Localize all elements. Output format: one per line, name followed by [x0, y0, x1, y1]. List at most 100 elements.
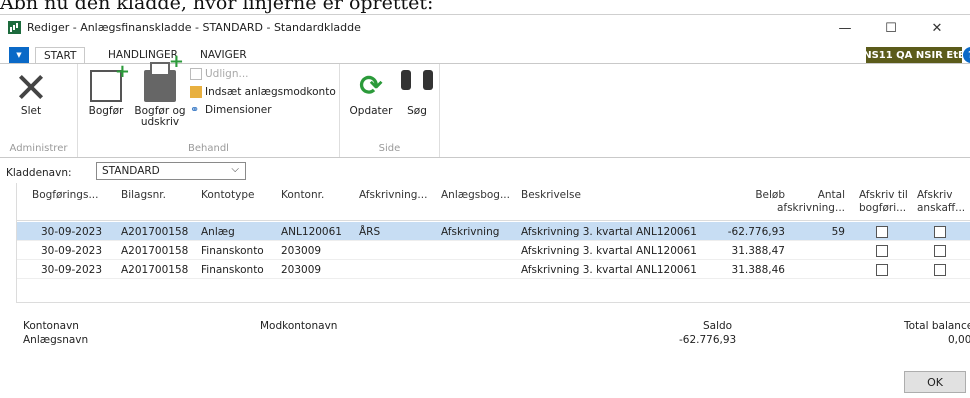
header-afskriv-ansk-line1: Afskriv: [917, 189, 953, 201]
chevron-down-icon: ⌵: [231, 164, 239, 175]
ribbon-body: Slet Administrer + Bogfør + Bogfør og ud…: [0, 53, 970, 158]
balance-value: -62.776,93: [679, 334, 737, 346]
total-balance-value: 0,00: [948, 334, 970, 346]
depr-acquisition-cost-checkbox[interactable]: [934, 264, 946, 276]
ribbon-tabs: ▼ START HANDLINGER NAVIGER NS11 QA NSIR …: [0, 43, 970, 64]
depr-until-posting-checkbox[interactable]: [876, 226, 888, 238]
depr-until-posting-checkbox[interactable]: [876, 264, 888, 276]
find-label: Søg: [407, 105, 427, 117]
cell-amount[interactable]: 31.388,46: [707, 264, 785, 276]
header-no-of-depreciation-days[interactable]: Antal afskrivning...: [773, 189, 845, 215]
find-button[interactable]: Søg: [400, 70, 434, 117]
post-and-print-button[interactable]: + Bogfør og udskriv: [132, 53, 188, 128]
post-label: Bogfør: [88, 105, 124, 117]
group-label-administrer: Administrer: [9, 143, 68, 154]
fa-name-label: Anlægsnavn: [23, 334, 89, 346]
window-title: Rediger - Anlægsfinanskladde - STANDARD …: [27, 21, 361, 34]
company-badge: NS11 QA NSIR EtE: [863, 47, 965, 63]
batch-name-label: Kladdenavn:: [6, 167, 72, 179]
refresh-button[interactable]: ⟳ Opdater: [348, 70, 394, 117]
header-account-type[interactable]: Kontotype: [201, 189, 254, 202]
depr-until-posting-checkbox[interactable]: [876, 245, 888, 257]
close-button[interactable]: ✕: [914, 15, 960, 41]
journal-lines-grid: Bogførings... Bilagsnr. Kontotype Konton…: [16, 183, 970, 303]
cell-depreciation-book[interactable]: ÅRS: [359, 226, 380, 238]
apply-label: Udlign...: [205, 68, 249, 80]
insert-fa-balancing-button[interactable]: Indsæt anlægsmodkonto: [190, 86, 336, 98]
cell-posting-date[interactable]: 30-09-2023: [41, 264, 102, 276]
header-antal-line1: Antal: [817, 189, 845, 201]
post-document-icon: +: [90, 63, 130, 102]
apply-icon: [190, 68, 202, 80]
header-depr-acquisition-cost[interactable]: Afskriv anskaff...: [917, 189, 965, 215]
binoculars-icon: [401, 70, 433, 102]
application-menu-button[interactable]: ▼: [9, 47, 29, 63]
cell-account-type[interactable]: Finanskonto: [201, 245, 264, 257]
apply-entries-button[interactable]: Udlign...: [190, 68, 249, 80]
insert-label: Indsæt anlægsmodkonto: [205, 86, 336, 98]
maximize-button[interactable]: ☐: [868, 15, 914, 41]
insert-icon: [190, 86, 202, 98]
header-fa-posting-type[interactable]: Anlægsbog...: [441, 189, 510, 202]
journal-window: Rediger - Anlægsfinanskladde - STANDARD …: [0, 14, 970, 398]
cell-account-no[interactable]: 203009: [281, 264, 321, 276]
app-chart-icon: [8, 21, 21, 34]
header-depreciation-book[interactable]: Afskrivning...: [359, 189, 427, 202]
tab-naviger[interactable]: NAVIGER: [192, 47, 255, 64]
group-administrer: Slet Administrer: [0, 64, 78, 157]
header-description[interactable]: Beskrivelse: [521, 189, 581, 202]
dimensions-button[interactable]: ⚭ Dimensioner: [190, 103, 272, 117]
cell-document-no[interactable]: A201700158: [121, 264, 188, 276]
batch-name-select[interactable]: STANDARD ⌵: [96, 162, 246, 180]
cell-posting-date[interactable]: 30-09-2023: [41, 226, 102, 238]
cell-description[interactable]: Afskrivning 3. kvartal ANL120061: [521, 245, 697, 257]
cell-document-no[interactable]: A201700158: [121, 226, 188, 238]
cell-amount[interactable]: -62.776,93: [707, 226, 785, 238]
cell-depreciation-days[interactable]: 59: [793, 226, 845, 238]
title-bar: Rediger - Anlægsfinanskladde - STANDARD …: [0, 15, 970, 41]
minimize-button[interactable]: —: [822, 15, 868, 41]
document-instruction-text: Åbn nu den kladde, hvor linjerne er opre…: [0, 0, 434, 14]
table-row[interactable]: 30-09-2023 A201700158 Anlæg ANL120061 ÅR…: [17, 222, 970, 241]
post-print-label-2: udskriv: [140, 116, 180, 128]
help-icon[interactable]: ?: [963, 47, 970, 63]
delete-x-icon: [15, 70, 47, 102]
cell-account-no[interactable]: 203009: [281, 245, 321, 257]
tab-start[interactable]: START: [35, 47, 86, 64]
depr-acquisition-cost-checkbox[interactable]: [934, 245, 946, 257]
account-name-label: Kontonavn: [23, 320, 79, 332]
dimensions-icon: ⚭: [190, 103, 200, 116]
depr-acquisition-cost-checkbox[interactable]: [934, 226, 946, 238]
cell-posting-date[interactable]: 30-09-2023: [41, 245, 102, 257]
refresh-icon: ⟳: [359, 69, 383, 102]
header-depr-until-posting[interactable]: Afskriv til bogføri...: [859, 189, 908, 215]
post-button[interactable]: + Bogfør: [86, 63, 130, 117]
cell-account-type[interactable]: Anlæg: [201, 226, 235, 238]
delete-button[interactable]: Slet: [6, 70, 56, 117]
header-antal-line2: afskrivning...: [776, 202, 845, 214]
group-behandl: + Bogfør + Bogfør og udskriv Udlign... I…: [78, 53, 340, 157]
header-afskriv-til-line2: bogføri...: [859, 202, 907, 214]
table-row[interactable]: 30-09-2023 A201700158 Finanskonto 203009…: [17, 241, 970, 260]
grid-header: Bogførings... Bilagsnr. Kontotype Konton…: [17, 183, 970, 221]
ok-button[interactable]: OK: [904, 371, 966, 393]
cell-amount[interactable]: 31.388,47: [707, 245, 785, 257]
cell-fa-posting-type[interactable]: Afskrivning: [441, 226, 499, 238]
balance-label: Saldo: [703, 320, 733, 332]
cell-account-no[interactable]: ANL120061: [281, 226, 342, 238]
header-posting-date[interactable]: Bogførings...: [32, 189, 98, 202]
delete-label: Slet: [20, 105, 42, 117]
total-balance-label: Total balance: [904, 320, 970, 332]
header-afskriv-til-line1: Afskriv til: [859, 189, 908, 201]
group-side: ⟳ Opdater Søg Side: [340, 64, 440, 157]
cell-description[interactable]: Afskrivning 3. kvartal ANL120061: [521, 264, 697, 276]
dimensions-label: Dimensioner: [205, 104, 272, 116]
cell-document-no[interactable]: A201700158: [121, 245, 188, 257]
table-row[interactable]: 30-09-2023 A201700158 Finanskonto 203009…: [17, 260, 970, 279]
cell-description[interactable]: Afskrivning 3. kvartal ANL120061: [521, 226, 697, 238]
bal-account-name-label: Modkontonavn: [260, 320, 338, 332]
header-document-no[interactable]: Bilagsnr.: [121, 189, 166, 202]
header-account-no[interactable]: Kontonr.: [281, 189, 324, 202]
cell-account-type[interactable]: Finanskonto: [201, 264, 264, 276]
header-afskriv-ansk-line2: anskaff...: [917, 202, 966, 214]
